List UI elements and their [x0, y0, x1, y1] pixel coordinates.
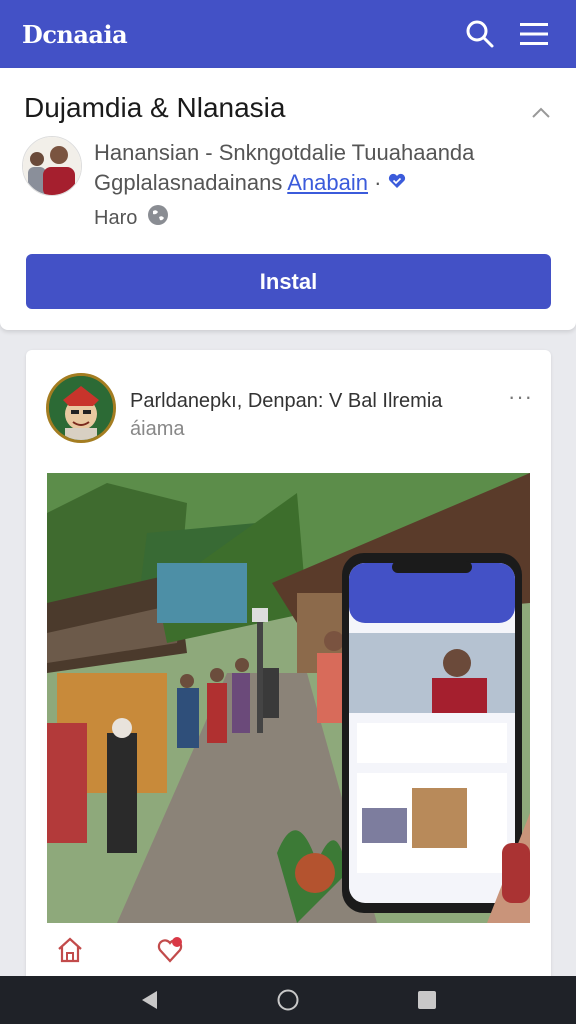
page-meta: Haro — [94, 204, 169, 232]
post-photo[interactable] — [47, 473, 530, 923]
hamburger-menu-icon[interactable] — [514, 14, 554, 54]
description-line-1: Hanansian - Snkngotdalie Tuuahaanda — [94, 140, 475, 165]
page-info-card: Dujamdia & Nlanasia Hanansian - Snkngotd… — [0, 68, 576, 330]
page-title: Dujamdia & Nlanasia — [24, 92, 286, 123]
home-circle-icon[interactable] — [268, 980, 308, 1020]
description-link[interactable]: Anabain — [287, 170, 368, 195]
post-subtitle: áiama — [130, 418, 185, 440]
post-card: Parldanepkı, Denpan: V Bal Ilremia áiama… — [26, 350, 551, 990]
globe-icon — [147, 204, 169, 232]
system-nav-bar — [0, 976, 576, 1024]
post-author-avatar[interactable] — [46, 373, 116, 443]
more-dots-icon[interactable]: ··· — [508, 384, 533, 410]
app-brand: Dcnaaia — [22, 19, 128, 49]
recents-square-icon[interactable] — [407, 980, 447, 1020]
description-text: Ggplalasnadainans — [94, 170, 288, 195]
install-button[interactable]: Instal — [26, 254, 551, 309]
post-author-name[interactable]: Parldanepkı, Denpan: V Bal Ilremia — [130, 390, 442, 413]
chevron-up-icon[interactable] — [528, 100, 554, 126]
page-description: Hanansian - Snkngotdalie Tuuahaanda Ggpl… — [94, 138, 474, 199]
post-actions — [54, 934, 186, 966]
search-icon[interactable] — [460, 14, 500, 54]
back-triangle-icon[interactable] — [129, 980, 169, 1020]
heart-badge-icon — [387, 169, 407, 199]
app-header: Dcnaaia — [0, 0, 576, 68]
meta-label: Haro — [94, 206, 138, 229]
page-avatar[interactable] — [22, 136, 82, 196]
description-suffix: · — [368, 170, 382, 195]
description-line-2: Ggplalasnadainans Anabain · — [94, 168, 474, 199]
home-icon[interactable] — [54, 934, 86, 966]
heart-icon[interactable] — [154, 934, 186, 966]
